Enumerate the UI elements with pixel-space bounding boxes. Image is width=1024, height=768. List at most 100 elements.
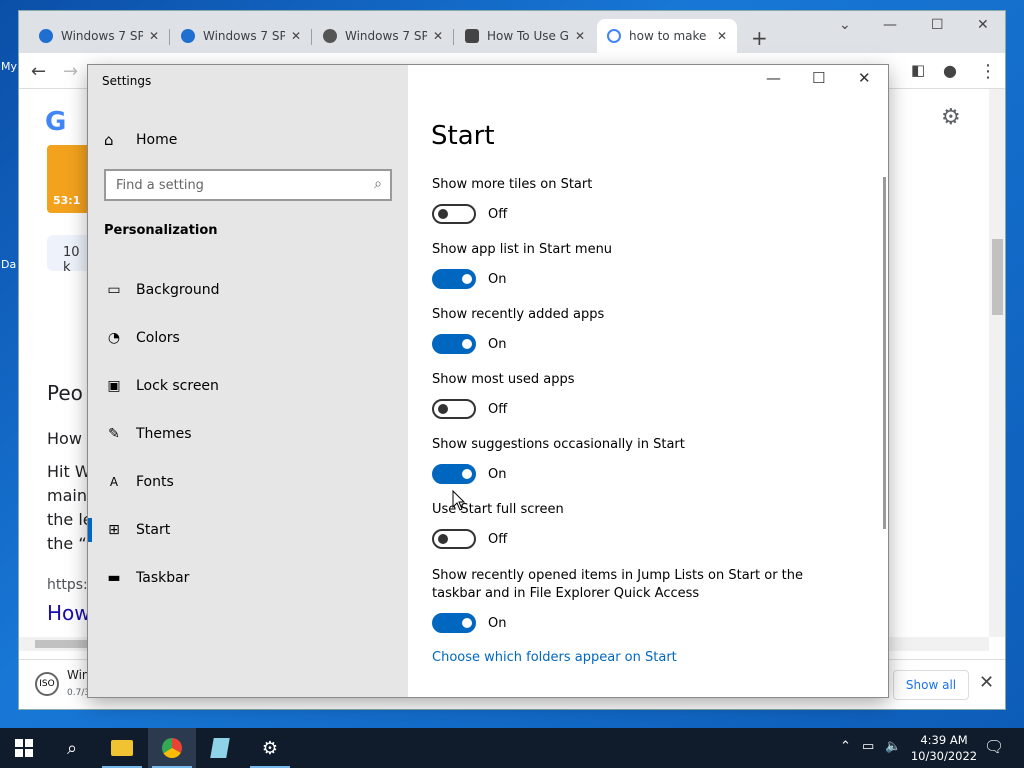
toggle-knob [462, 618, 472, 628]
gear-icon[interactable]: ⚙ [941, 105, 961, 130]
setting-suggestions: Show suggestions occasionally in Start O… [432, 436, 685, 484]
setting-label: Show most used apps [432, 372, 575, 387]
new-tab-button[interactable]: + [751, 26, 768, 50]
volume-icon[interactable]: 🔈 [885, 739, 901, 754]
scrollbar-thumb[interactable] [992, 239, 1003, 315]
toggle-switch[interactable] [432, 334, 476, 354]
close-button[interactable]: ✕ [858, 69, 871, 87]
search-input[interactable] [106, 171, 366, 199]
window-title: Settings [102, 74, 152, 88]
nav-item-taskbar[interactable]: ▬ Taskbar [88, 558, 408, 598]
toggle-switch[interactable] [432, 399, 476, 419]
profile-icon[interactable]: ● [943, 61, 957, 80]
maximize-button[interactable]: ☐ [812, 69, 825, 87]
nav-item-start[interactable]: ⊞ Start [88, 510, 408, 550]
palette-icon: ◔ [107, 330, 121, 346]
image-icon: ▭ [107, 282, 121, 298]
result-chip[interactable]: 10 k [47, 235, 91, 275]
minimize-button[interactable]: — [883, 17, 897, 33]
result-url[interactable]: https:/ [47, 577, 92, 593]
start-button[interactable] [0, 728, 48, 768]
show-all-button[interactable]: Show all [893, 670, 969, 700]
maximize-button[interactable]: ☐ [931, 17, 944, 33]
home-nav-item[interactable]: ⌂ Home [104, 131, 177, 149]
download-filename[interactable]: Win [67, 668, 90, 682]
toggle-switch[interactable] [432, 529, 476, 549]
toggle-knob [438, 209, 448, 219]
home-icon: ⌂ [104, 131, 114, 149]
nav-item-background[interactable]: ▭ Background [88, 270, 408, 310]
setting-app-list: Show app list in Start menu On [432, 241, 612, 289]
toggle-switch[interactable] [432, 269, 476, 289]
nav-item-lock-screen[interactable]: ▣ Lock screen [88, 366, 408, 406]
tab-title: How To Use G [487, 29, 569, 43]
chevron-up-icon[interactable]: ⌃ [840, 739, 851, 754]
toggle-knob [462, 469, 472, 479]
toggle-switch[interactable] [432, 464, 476, 484]
tab-separator [311, 29, 312, 45]
google-icon [607, 29, 621, 43]
network-icon[interactable]: ▭ [862, 739, 874, 754]
close-icon[interactable]: ✕ [979, 672, 994, 693]
taskbar-icon: ▬ [107, 570, 121, 586]
close-button[interactable]: ✕ [977, 17, 989, 33]
toggle-switch[interactable] [432, 204, 476, 224]
site-favicon-icon [465, 29, 479, 43]
settings-search[interactable]: ⌕ [104, 169, 392, 201]
back-button[interactable]: ← [31, 61, 46, 82]
google-logo[interactable]: G [45, 107, 66, 137]
notification-icon[interactable]: 🗨 [984, 737, 1004, 756]
choose-folders-link[interactable]: Choose which folders appear on Start [432, 650, 677, 665]
close-icon[interactable]: ✕ [575, 29, 585, 43]
browser-tab[interactable]: Windows 7 SP ✕ [171, 19, 311, 53]
browser-tab[interactable]: Windows 7 SP ✕ [313, 19, 453, 53]
toggle-state: Off [488, 401, 508, 417]
search-icon[interactable]: ⌕ [48, 728, 96, 768]
browser-tab-active[interactable]: how to make s ✕ [597, 19, 738, 53]
close-icon[interactable]: ✕ [717, 29, 727, 43]
globe-icon [323, 29, 337, 43]
nav-item-colors[interactable]: ◔ Colors [88, 318, 408, 358]
vertical-scrollbar[interactable] [989, 89, 1005, 637]
menu-icon[interactable]: ⋮ [979, 61, 997, 82]
desktop-icon-label[interactable]: Da [1, 258, 16, 271]
settings-taskbar-icon[interactable]: ⚙ [246, 728, 294, 768]
toggle-state: On [488, 615, 507, 631]
home-label: Home [136, 132, 178, 148]
toggle-switch[interactable] [432, 613, 476, 633]
side-panel-icon[interactable]: ◧ [911, 61, 925, 79]
minimize-button[interactable]: — [766, 69, 781, 87]
tab-title: how to make s [629, 29, 711, 43]
result-link[interactable]: How [47, 601, 91, 625]
tab-title: Windows 7 SP [345, 29, 427, 43]
file-explorer-icon[interactable] [98, 728, 146, 768]
notepad-icon[interactable] [196, 728, 244, 768]
download-progress: 0.7/3 [67, 688, 91, 698]
tab-separator [453, 29, 454, 45]
taskbar-clock[interactable]: 4:39 AM 10/30/2022 [906, 732, 982, 764]
browser-tab[interactable]: Windows 7 SP ✕ [29, 19, 169, 53]
brush-icon: ✎ [108, 426, 120, 442]
setting-recently-added: Show recently added apps On [432, 306, 604, 354]
setting-more-tiles: Show more tiles on Start Off [432, 176, 592, 224]
close-icon[interactable]: ✕ [149, 29, 159, 43]
close-icon[interactable]: ✕ [291, 29, 301, 43]
browser-tab[interactable]: How To Use G ✕ [455, 19, 595, 53]
chrome-icon [162, 738, 182, 758]
desktop-icon-label[interactable]: My [1, 60, 17, 73]
content-scrollbar[interactable] [883, 177, 886, 529]
close-icon[interactable]: ✕ [433, 29, 443, 43]
settings-content: — ☐ ✕ Start Show more tiles on Start Off… [408, 65, 888, 697]
lock-screen-icon: ▣ [107, 378, 121, 394]
site-favicon-icon [181, 29, 195, 43]
forward-button[interactable]: → [63, 61, 78, 82]
nav-item-label: Taskbar [136, 570, 190, 586]
nav-item-themes[interactable]: ✎ Themes [88, 414, 408, 454]
nav-item-fonts[interactable]: A Fonts [88, 462, 408, 502]
chrome-taskbar-icon[interactable] [148, 728, 196, 768]
nav-item-label: Fonts [136, 474, 174, 490]
nav-item-label: Start [136, 522, 171, 538]
search-icon: ⌕ [374, 176, 382, 192]
tab-search-icon[interactable]: ⌄ [839, 17, 851, 33]
tab-separator [169, 29, 170, 45]
